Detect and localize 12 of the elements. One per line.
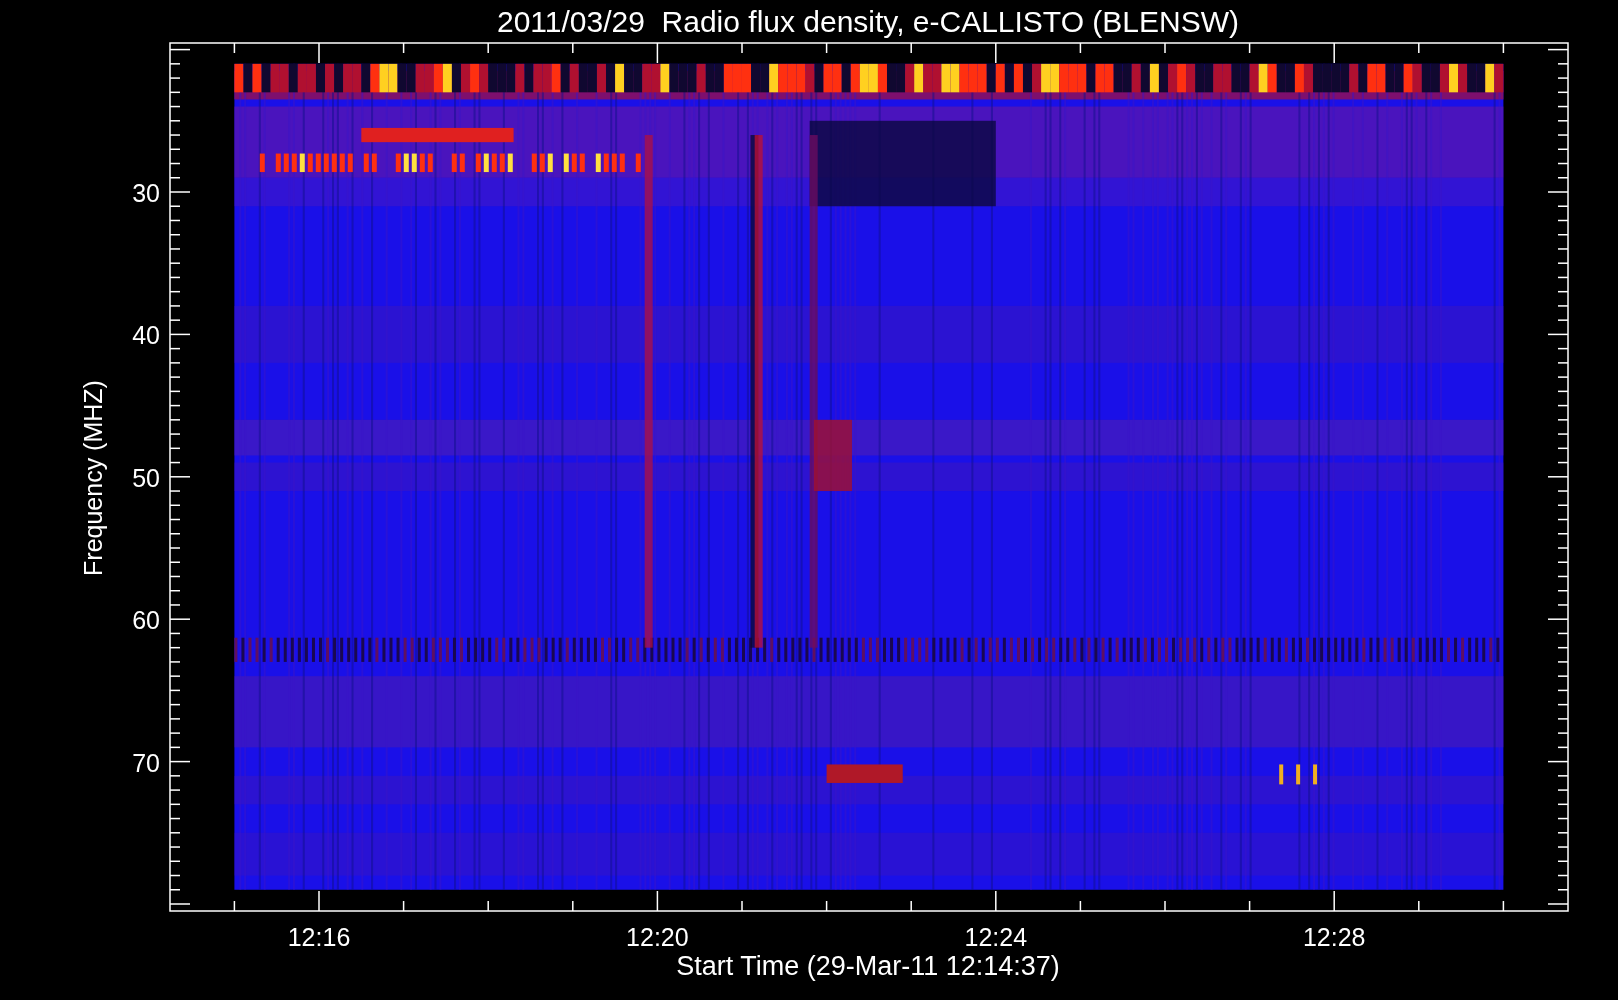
tick-label: 12:24 <box>964 923 1028 951</box>
plot-title: 2011/03/29 Radio flux density, e-CALLISTO (BLENSW) <box>497 5 1239 38</box>
axis-label: Frequency (MHZ) <box>79 380 107 576</box>
tick-label: 70 <box>132 748 160 777</box>
tick-label: 50 <box>132 463 160 492</box>
tick-label: 12:28 <box>1302 923 1366 951</box>
tick-label: 12:16 <box>287 923 351 951</box>
tick-label: 40 <box>132 321 160 350</box>
tick-label: 30 <box>132 179 160 207</box>
axis-label: Start Time (29-Mar-11 12:14:37) <box>676 951 1060 981</box>
tick-label: 60 <box>132 606 160 635</box>
tick-label: 12:20 <box>626 923 689 951</box>
